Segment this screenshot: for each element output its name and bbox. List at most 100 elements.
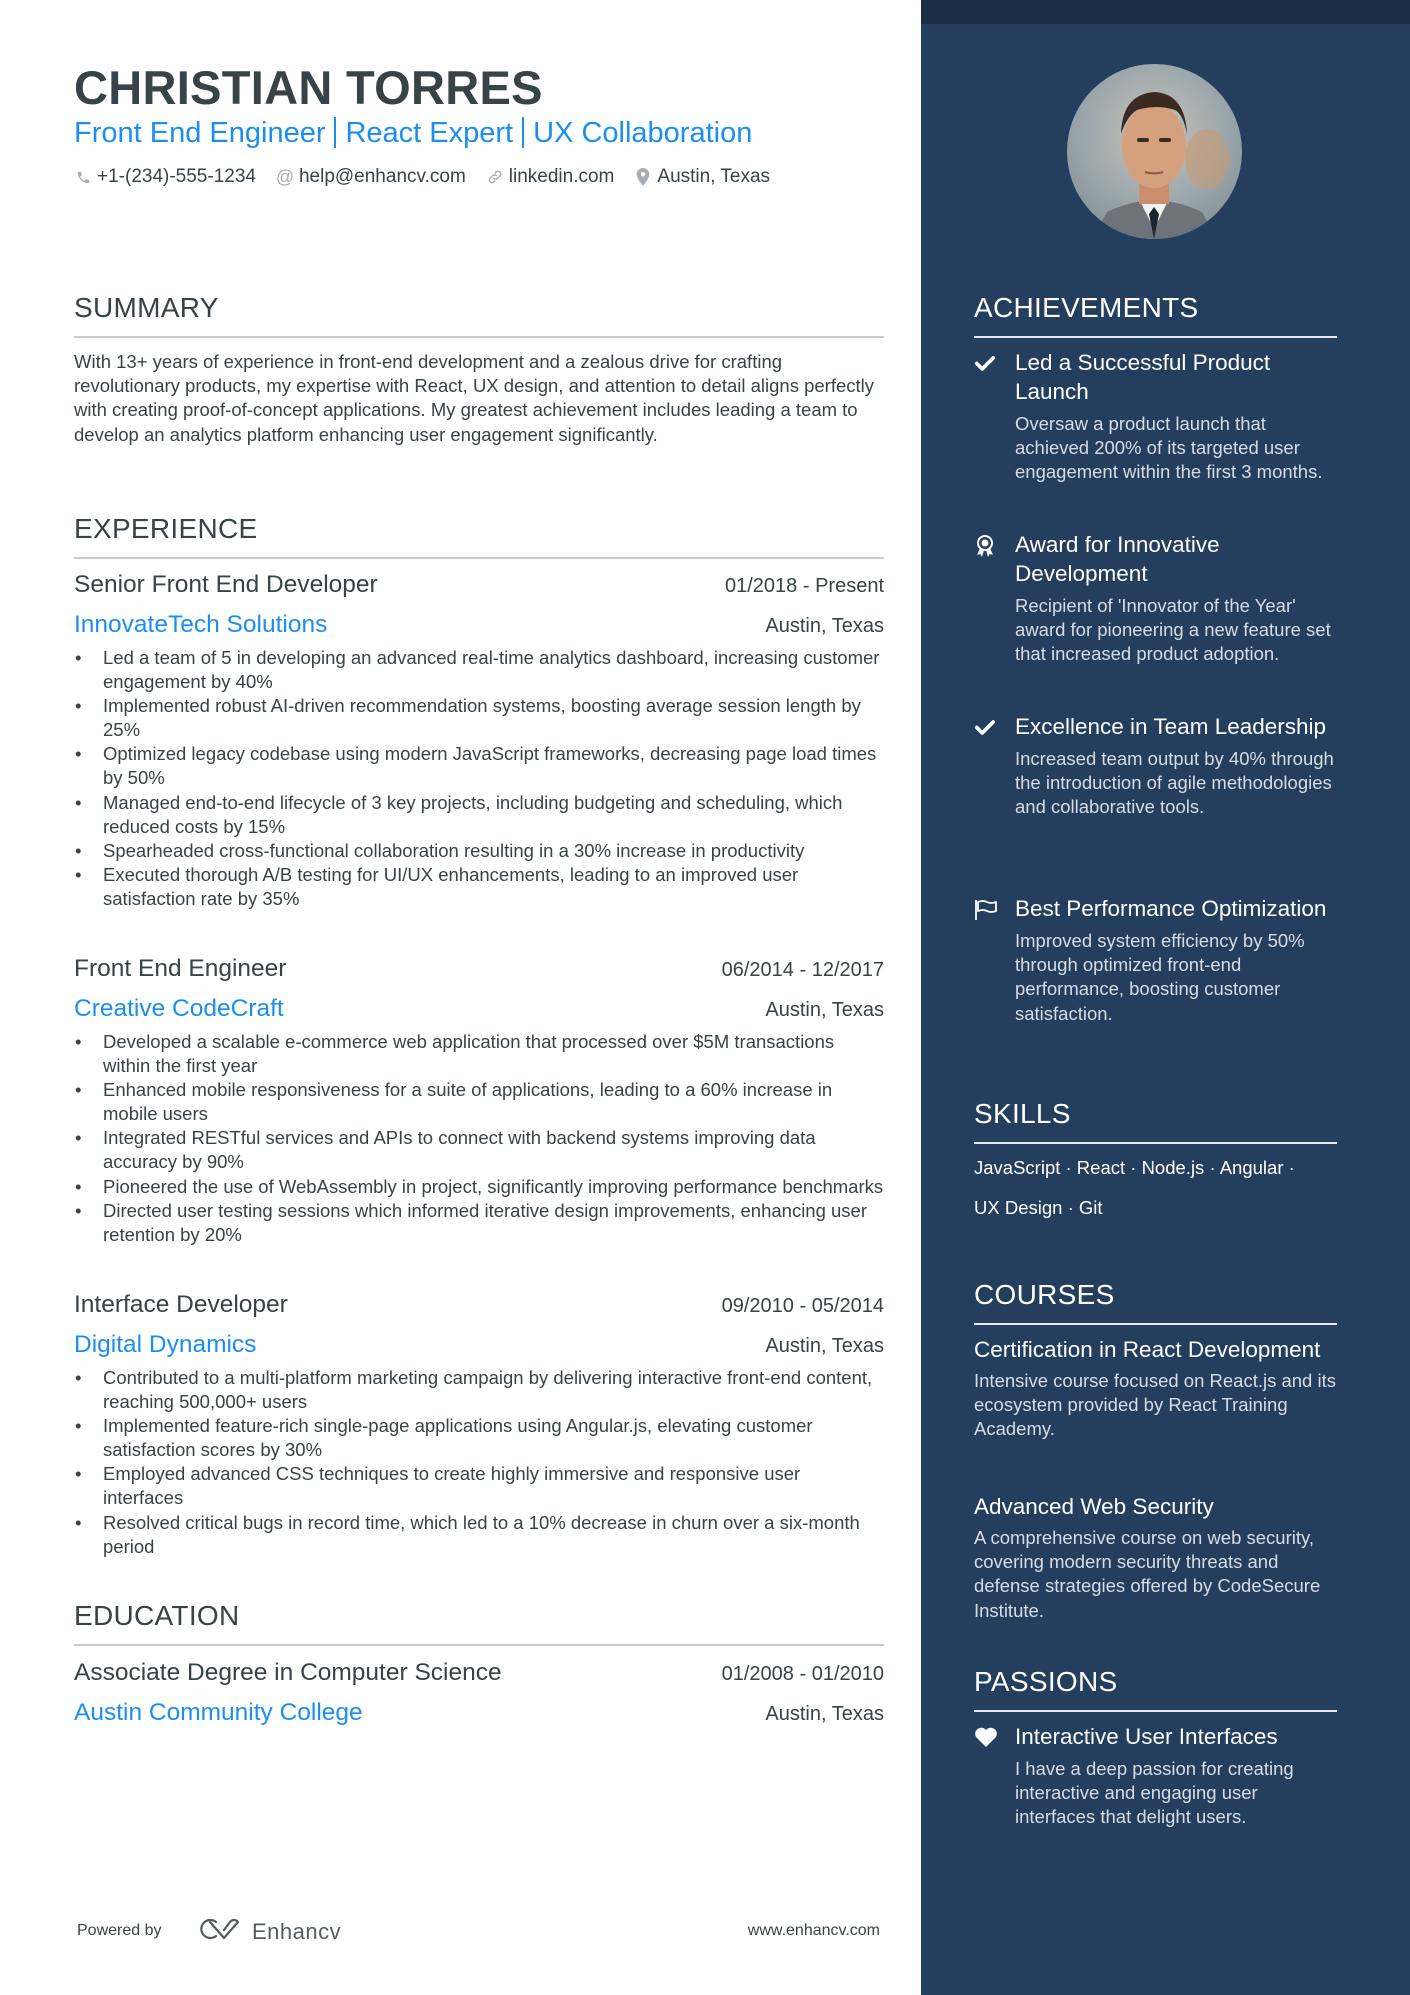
checkmark-icon xyxy=(974,352,998,376)
achievement-item: Excellence in Team Leadership Increased … xyxy=(974,712,1337,820)
contact-info: +1-(234)-555-1234 @ help@enhancv.com lin… xyxy=(74,164,790,190)
company-name: InnovateTech Solutions xyxy=(74,611,328,638)
job-title: Senior Front End Developer xyxy=(74,571,378,598)
job-bullet: Resolved critical bugs in record time, w… xyxy=(74,1511,884,1559)
achievement-title: Award for Innovative Development xyxy=(1015,532,1220,586)
skills-list: JavaScript · React · Node.js · Angular ·… xyxy=(974,1148,1337,1228)
link-icon xyxy=(486,168,504,186)
tagline-focus: UX Collaboration xyxy=(533,117,753,149)
skills-line: UX Design · Git xyxy=(974,1197,1103,1218)
summary-heading: SUMMARY xyxy=(74,292,219,323)
tagline-specialty: React Expert xyxy=(345,117,514,149)
job-bullet: Executed thorough A/B testing for UI/UX … xyxy=(74,863,884,911)
footer: Powered by Enhancv www.enhancv.com xyxy=(74,1918,884,1948)
contact-linkedin[interactable]: linkedin.com xyxy=(486,164,615,190)
summary-divider xyxy=(74,336,884,338)
job-dates: 09/2010 - 05/2014 xyxy=(721,1295,884,1317)
course-item: Advanced Web Security A comprehensive co… xyxy=(974,1492,1337,1623)
course-title: Certification in React Development xyxy=(974,1337,1321,1362)
job-bullet: Contributed to a multi-platform marketin… xyxy=(74,1366,884,1414)
job-location: Austin, Texas xyxy=(765,1335,884,1357)
sidebar: ACHIEVEMENTS Led a Successful Product La… xyxy=(921,0,1410,1995)
contact-location: Austin, Texas xyxy=(634,164,770,190)
passion-item: Interactive User Interfaces I have a dee… xyxy=(974,1722,1337,1830)
tagline-divider xyxy=(522,117,525,148)
job-bullet: Directed user testing sessions which inf… xyxy=(74,1199,884,1247)
profile-photo xyxy=(1067,64,1242,239)
job-location: Austin, Texas xyxy=(765,999,884,1021)
location-text: Austin, Texas xyxy=(657,166,771,187)
courses-heading: COURSES xyxy=(974,1279,1115,1310)
job-bullets: Developed a scalable e-commerce web appl… xyxy=(74,1030,884,1247)
contact-phone[interactable]: +1-(234)-555-1234 xyxy=(74,164,256,190)
job-bullet: Developed a scalable e-commerce web appl… xyxy=(74,1030,884,1078)
candidate-name: CHRISTIAN TORRES xyxy=(74,61,543,114)
summary-text: With 13+ years of experience in front-en… xyxy=(74,351,875,445)
job-bullet: Spearheaded cross-functional collaborati… xyxy=(74,839,884,863)
school-name: Austin Community College xyxy=(74,1699,363,1726)
heart-icon xyxy=(974,1726,998,1750)
job-bullet: Managed end-to-end lifecycle of 3 key pr… xyxy=(74,791,884,839)
company-name: Digital Dynamics xyxy=(74,1331,257,1358)
linkedin-link: linkedin.com xyxy=(508,166,615,187)
achievements-divider xyxy=(974,336,1337,338)
job-bullet: Employed advanced CSS techniques to crea… xyxy=(74,1462,884,1510)
achievement-description: Recipient of 'Innovator of the Year' awa… xyxy=(1015,595,1331,665)
job-bullets: Led a team of 5 in developing an advance… xyxy=(74,646,884,911)
website-link[interactable]: www.enhancv.com xyxy=(748,1922,880,1940)
passions-heading: PASSIONS xyxy=(974,1666,1118,1697)
passion-title: Interactive User Interfaces xyxy=(1015,1724,1278,1749)
achievement-description: Increased team output by 40% through the… xyxy=(1015,748,1334,818)
experience-divider xyxy=(74,557,884,559)
education-entry: Associate Degree in Computer Science 01/… xyxy=(74,1656,884,1730)
award-ribbon-icon xyxy=(974,534,998,558)
job-title: Front End Engineer xyxy=(74,955,287,982)
tagline-divider xyxy=(334,117,337,148)
job-bullets: Contributed to a multi-platform marketin… xyxy=(74,1366,884,1559)
course-item: Certification in React Development Inten… xyxy=(974,1335,1337,1442)
achievement-item: Best Performance Optimization Improved s… xyxy=(974,894,1337,1026)
job-bullet: Pioneered the use of WebAssembly in proj… xyxy=(74,1175,884,1199)
sidebar-top-bar xyxy=(921,0,1410,24)
achievement-item: Award for Innovative Development Recipie… xyxy=(974,530,1337,667)
course-description: A comprehensive course on web security, … xyxy=(974,1527,1321,1621)
job-location: Austin, Texas xyxy=(765,615,884,637)
powered-by-label: Powered by xyxy=(77,1922,162,1939)
job-bullet: Implemented robust AI-driven recommendat… xyxy=(74,694,884,742)
achievements-heading: ACHIEVEMENTS xyxy=(974,292,1199,323)
education-heading: EDUCATION xyxy=(74,1600,240,1631)
achievement-item: Led a Successful Product Launch Oversaw … xyxy=(974,348,1337,485)
job-dates: 06/2014 - 12/2017 xyxy=(721,959,884,981)
job-bullet: Enhanced mobile responsiveness for a sui… xyxy=(74,1078,884,1126)
course-description: Intensive course focused on React.js and… xyxy=(974,1370,1336,1440)
brand-logo[interactable]: Enhancv xyxy=(196,1916,341,1947)
skills-line: JavaScript · React · Node.js · Angular · xyxy=(974,1157,1295,1178)
job-entry: Interface Developer 09/2010 - 05/2014 Di… xyxy=(74,1288,884,1559)
job-bullet: Integrated RESTful services and APIs to … xyxy=(74,1126,884,1174)
location-icon xyxy=(634,168,652,186)
degree-title: Associate Degree in Computer Science xyxy=(74,1659,502,1686)
contact-email[interactable]: @ help@enhancv.com xyxy=(276,164,466,190)
passion-description: I have a deep passion for creating inter… xyxy=(1015,1758,1294,1828)
job-dates: 01/2018 - Present xyxy=(725,575,884,597)
phone-icon xyxy=(74,168,92,186)
tagline-role: Front End Engineer xyxy=(74,117,326,149)
passions-divider xyxy=(974,1710,1337,1712)
job-bullet: Led a team of 5 in developing an advance… xyxy=(74,646,884,694)
enhancv-logo-icon xyxy=(196,1916,244,1947)
education-dates: 01/2008 - 01/2010 xyxy=(721,1663,884,1685)
tagline: Front End Engineer React Expert UX Collabo… xyxy=(74,113,752,153)
at-icon: @ xyxy=(275,167,295,187)
experience-heading: EXPERIENCE xyxy=(74,513,258,544)
email-address: help@enhancv.com xyxy=(298,166,466,187)
job-title: Interface Developer xyxy=(74,1291,288,1318)
education-location: Austin, Texas xyxy=(765,1703,884,1725)
achievement-title: Led a Successful Product Launch xyxy=(1015,350,1271,404)
job-bullet: Implemented feature-rich single-page app… xyxy=(74,1414,884,1462)
achievement-title: Excellence in Team Leadership xyxy=(1015,714,1327,739)
course-title: Advanced Web Security xyxy=(974,1494,1214,1519)
skills-heading: SKILLS xyxy=(974,1098,1071,1129)
job-entry: Front End Engineer 06/2014 - 12/2017 Cre… xyxy=(74,952,884,1247)
achievement-description: Improved system efficiency by 50% throug… xyxy=(1015,930,1305,1024)
skills-divider xyxy=(974,1142,1337,1144)
